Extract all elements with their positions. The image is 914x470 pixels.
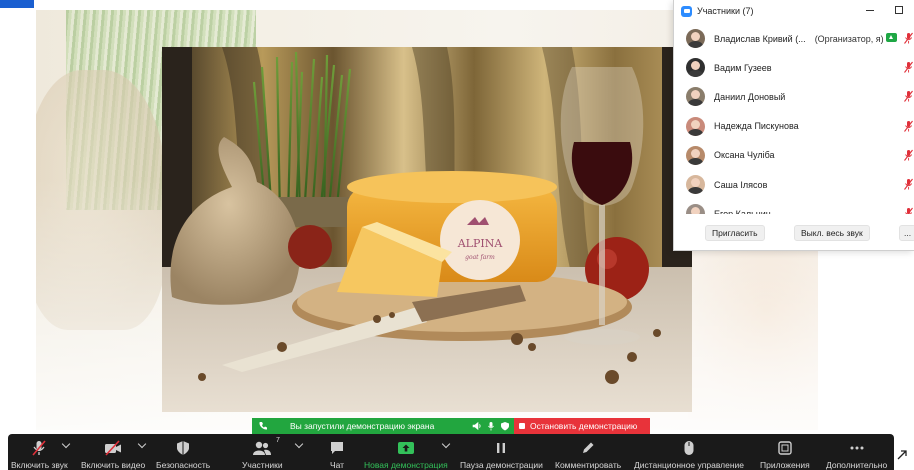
participants-label: Участники	[242, 460, 283, 470]
participant-name: Надежда Пискунова	[714, 121, 799, 132]
avatar	[686, 116, 705, 136]
speaker-icon[interactable]	[472, 421, 482, 431]
start-video-label: Включить видео	[81, 460, 146, 470]
apps-icon	[774, 438, 796, 458]
security-button[interactable]: Безопасность	[156, 434, 210, 470]
shield-icon	[172, 438, 194, 458]
participant-name: Владислав Кривий (...	[714, 33, 806, 44]
avatar	[686, 145, 705, 165]
new-share-button[interactable]: Новая демонстрация	[364, 434, 448, 470]
participant-row[interactable]: Владислав Кривий (... (Организатор, я)	[674, 24, 914, 53]
mute-all-button[interactable]: Выкл. весь звук	[794, 225, 870, 241]
mic-icon[interactable]	[486, 421, 496, 431]
more-label: Дополнительно	[826, 460, 888, 470]
pen-icon	[577, 438, 599, 458]
stop-share-label: Остановить демонстрацию	[530, 421, 638, 431]
participants-count: 7	[276, 437, 280, 444]
stop-icon	[519, 423, 525, 429]
video-off-icon	[102, 438, 124, 458]
zoom-logo-icon	[681, 5, 692, 17]
chat-button[interactable]: Чат	[326, 434, 348, 470]
new-share-label: Новая демонстрация	[364, 460, 448, 470]
apps-label: Приложения	[760, 460, 810, 470]
mic-muted-icon[interactable]	[903, 32, 914, 45]
apps-button[interactable]: Приложения	[760, 434, 810, 470]
pause-share-label: Пауза демонстрации	[460, 460, 543, 470]
participant-name: Даниил Доновый	[714, 91, 786, 102]
participants-panel: Участники (7) Владислав Кривий (... (Орга…	[673, 0, 914, 251]
shield-small-icon[interactable]	[500, 421, 510, 431]
corner-marker	[0, 0, 34, 8]
cheese-logo-subtext: goat farm	[465, 254, 495, 261]
mic-muted-icon[interactable]	[903, 178, 914, 191]
cheese-logo-text: ALPINA	[457, 237, 504, 250]
participant-row[interactable]: Вадим Гузеев	[674, 53, 914, 82]
stop-share-button[interactable]: Остановить демонстрацию	[514, 418, 650, 434]
phone-icon	[259, 422, 267, 430]
avatar	[686, 58, 705, 78]
participant-name: Егор Кальнин	[714, 208, 771, 214]
avatar	[686, 87, 705, 107]
minimize-icon[interactable]	[866, 10, 874, 11]
participant-row[interactable]: Оксана Чуліба	[674, 141, 914, 170]
screen: ALPINA goat farm Участники (7) Владислав…	[0, 0, 914, 470]
share-screen-icon	[395, 438, 417, 458]
security-label: Безопасность	[156, 460, 211, 470]
annotate-button[interactable]: Комментировать	[555, 434, 621, 470]
participant-row[interactable]: Надежда Пискунова	[674, 112, 914, 141]
participants-list: Владислав Кривий (... (Организатор, я) Вад…	[674, 24, 914, 214]
participants-panel-title: Участники (7)	[697, 6, 754, 16]
pause-icon	[490, 438, 512, 458]
more-icon	[846, 438, 868, 458]
avatar	[686, 29, 705, 49]
meeting-toolbar: Включить звук Включить видео Безопасност…	[8, 434, 894, 470]
screen-share-icon	[886, 33, 897, 42]
unmute-button[interactable]: Включить звук	[11, 434, 68, 470]
participant-row[interactable]: Егор Кальнин	[674, 199, 914, 214]
participant-name: Саша Ілясов	[714, 179, 768, 190]
chat-label: Чат	[329, 460, 345, 470]
participant-role: (Организатор, я)	[814, 33, 884, 44]
avatar	[686, 204, 705, 214]
resize-arrow-icon[interactable]	[895, 448, 909, 462]
participants-options-chevron-icon[interactable]	[294, 439, 304, 449]
shared-photo: ALPINA goat farm	[162, 47, 692, 412]
avatar	[686, 175, 705, 195]
participants-icon	[251, 438, 273, 458]
unmute-label: Включить звук	[11, 460, 68, 470]
participants-panel-header: Участники (7)	[674, 0, 914, 22]
more-button[interactable]: Дополнительно	[826, 434, 887, 470]
more-options-button[interactable]: ...	[899, 225, 914, 241]
participant-name: Оксана Чуліба	[714, 150, 775, 161]
participant-name: Вадим Гузеев	[714, 62, 772, 73]
maximize-icon[interactable]	[895, 6, 903, 14]
remote-control-label: Дистанционное управление	[634, 460, 745, 470]
mic-muted-icon	[28, 438, 50, 458]
pause-share-button[interactable]: Пауза демонстрации	[460, 434, 543, 470]
annotate-label: Комментировать	[555, 460, 622, 470]
share-status-text: Вы запустили демонстрацию экрана	[290, 421, 435, 431]
mic-muted-icon[interactable]	[903, 61, 914, 74]
start-video-button[interactable]: Включить видео	[81, 434, 145, 470]
chat-icon	[326, 438, 348, 458]
participant-row[interactable]: Даниил Доновый	[674, 82, 914, 111]
share-status-bar[interactable]: Вы запустили демонстрацию экрана	[252, 418, 514, 434]
remote-control-button[interactable]: Дистанционное управление	[634, 434, 744, 470]
mic-muted-icon[interactable]	[903, 90, 914, 103]
participant-row[interactable]: Саша Ілясов	[674, 170, 914, 199]
invite-button[interactable]: Пригласить	[705, 225, 765, 241]
mouse-icon	[678, 438, 700, 458]
mic-muted-icon[interactable]	[903, 149, 914, 162]
participants-panel-footer: Пригласить Выкл. весь звук ...	[674, 222, 914, 244]
mic-muted-icon[interactable]	[903, 120, 914, 133]
mic-muted-icon[interactable]	[903, 207, 914, 214]
